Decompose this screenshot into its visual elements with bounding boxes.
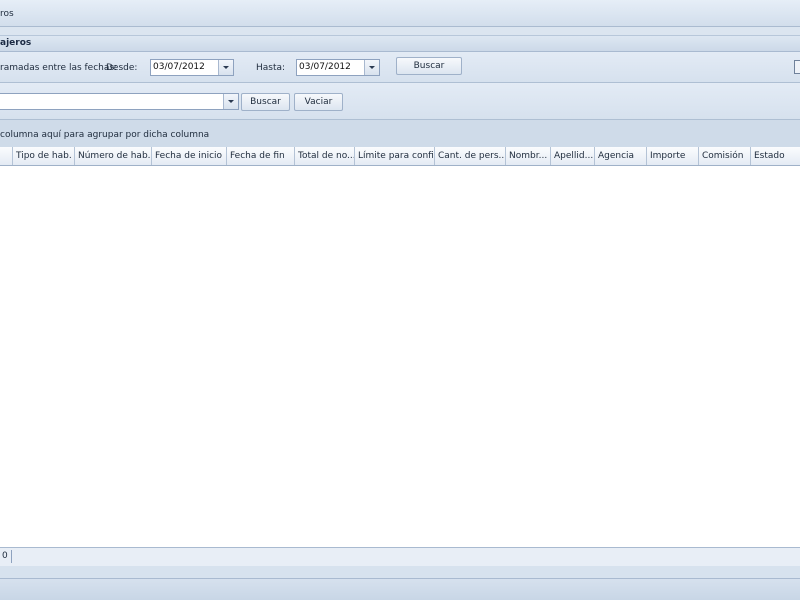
search-combo-dropdown-icon[interactable]: [223, 94, 238, 109]
bottom-panel: [0, 566, 800, 579]
calendar-icon[interactable]: [794, 60, 800, 74]
from-date-label: Desde:: [106, 63, 138, 73]
column-header[interactable]: Total de no...: [295, 147, 355, 165]
row-indicator-header: [0, 147, 13, 165]
panel-header: ajeros: [0, 36, 800, 52]
column-header[interactable]: Nombr...: [506, 147, 551, 165]
window-title-bar: ros: [0, 0, 800, 27]
to-date-label: Hasta:: [256, 63, 286, 73]
column-header[interactable]: Fecha de fin: [227, 147, 295, 165]
date-filter-row: ramadas entre las fechas: Desde: 03/07/2…: [0, 52, 800, 83]
date-range-label: ramadas entre las fechas:: [0, 63, 118, 73]
column-header[interactable]: Límite para confi...: [355, 147, 435, 165]
record-count: 0: [2, 551, 8, 561]
footer-separator: [11, 550, 12, 563]
from-date-dropdown-icon[interactable]: [218, 60, 233, 75]
column-header[interactable]: Apellid...: [551, 147, 595, 165]
column-header[interactable]: Cant. de pers...: [435, 147, 506, 165]
clear-button[interactable]: Vaciar: [294, 93, 343, 111]
column-header[interactable]: Agencia: [595, 147, 647, 165]
grid-footer: 0: [0, 547, 800, 567]
status-bar: [0, 579, 800, 600]
toolbar-strip: [0, 27, 800, 36]
column-header[interactable]: Importe: [647, 147, 699, 165]
search-combo[interactable]: [0, 93, 239, 110]
grid-header: Tipo de hab. Número de hab. Fecha de ini…: [0, 147, 800, 166]
search-button[interactable]: Buscar: [241, 93, 290, 111]
column-header[interactable]: Tipo de hab.: [13, 147, 75, 165]
column-header[interactable]: Fecha de inicio: [152, 147, 227, 165]
window-title: ros: [0, 9, 14, 19]
date-search-button[interactable]: Buscar: [396, 57, 462, 75]
group-by-panel[interactable]: columna aquí para agrupar por dicha colu…: [0, 120, 800, 148]
column-header[interactable]: Comisión: [699, 147, 751, 165]
from-date-picker[interactable]: 03/07/2012: [150, 59, 234, 76]
column-header[interactable]: Estado: [751, 147, 800, 165]
search-row: Buscar Vaciar: [0, 83, 800, 120]
from-date-value: 03/07/2012: [153, 62, 205, 72]
to-date-dropdown-icon[interactable]: [364, 60, 379, 75]
to-date-picker[interactable]: 03/07/2012: [296, 59, 380, 76]
to-date-value: 03/07/2012: [299, 62, 351, 72]
column-header[interactable]: Número de hab.: [75, 147, 152, 165]
grid-body[interactable]: [0, 166, 800, 547]
panel-title: ajeros: [0, 38, 32, 48]
group-by-hint: columna aquí para agrupar por dicha colu…: [0, 130, 210, 140]
